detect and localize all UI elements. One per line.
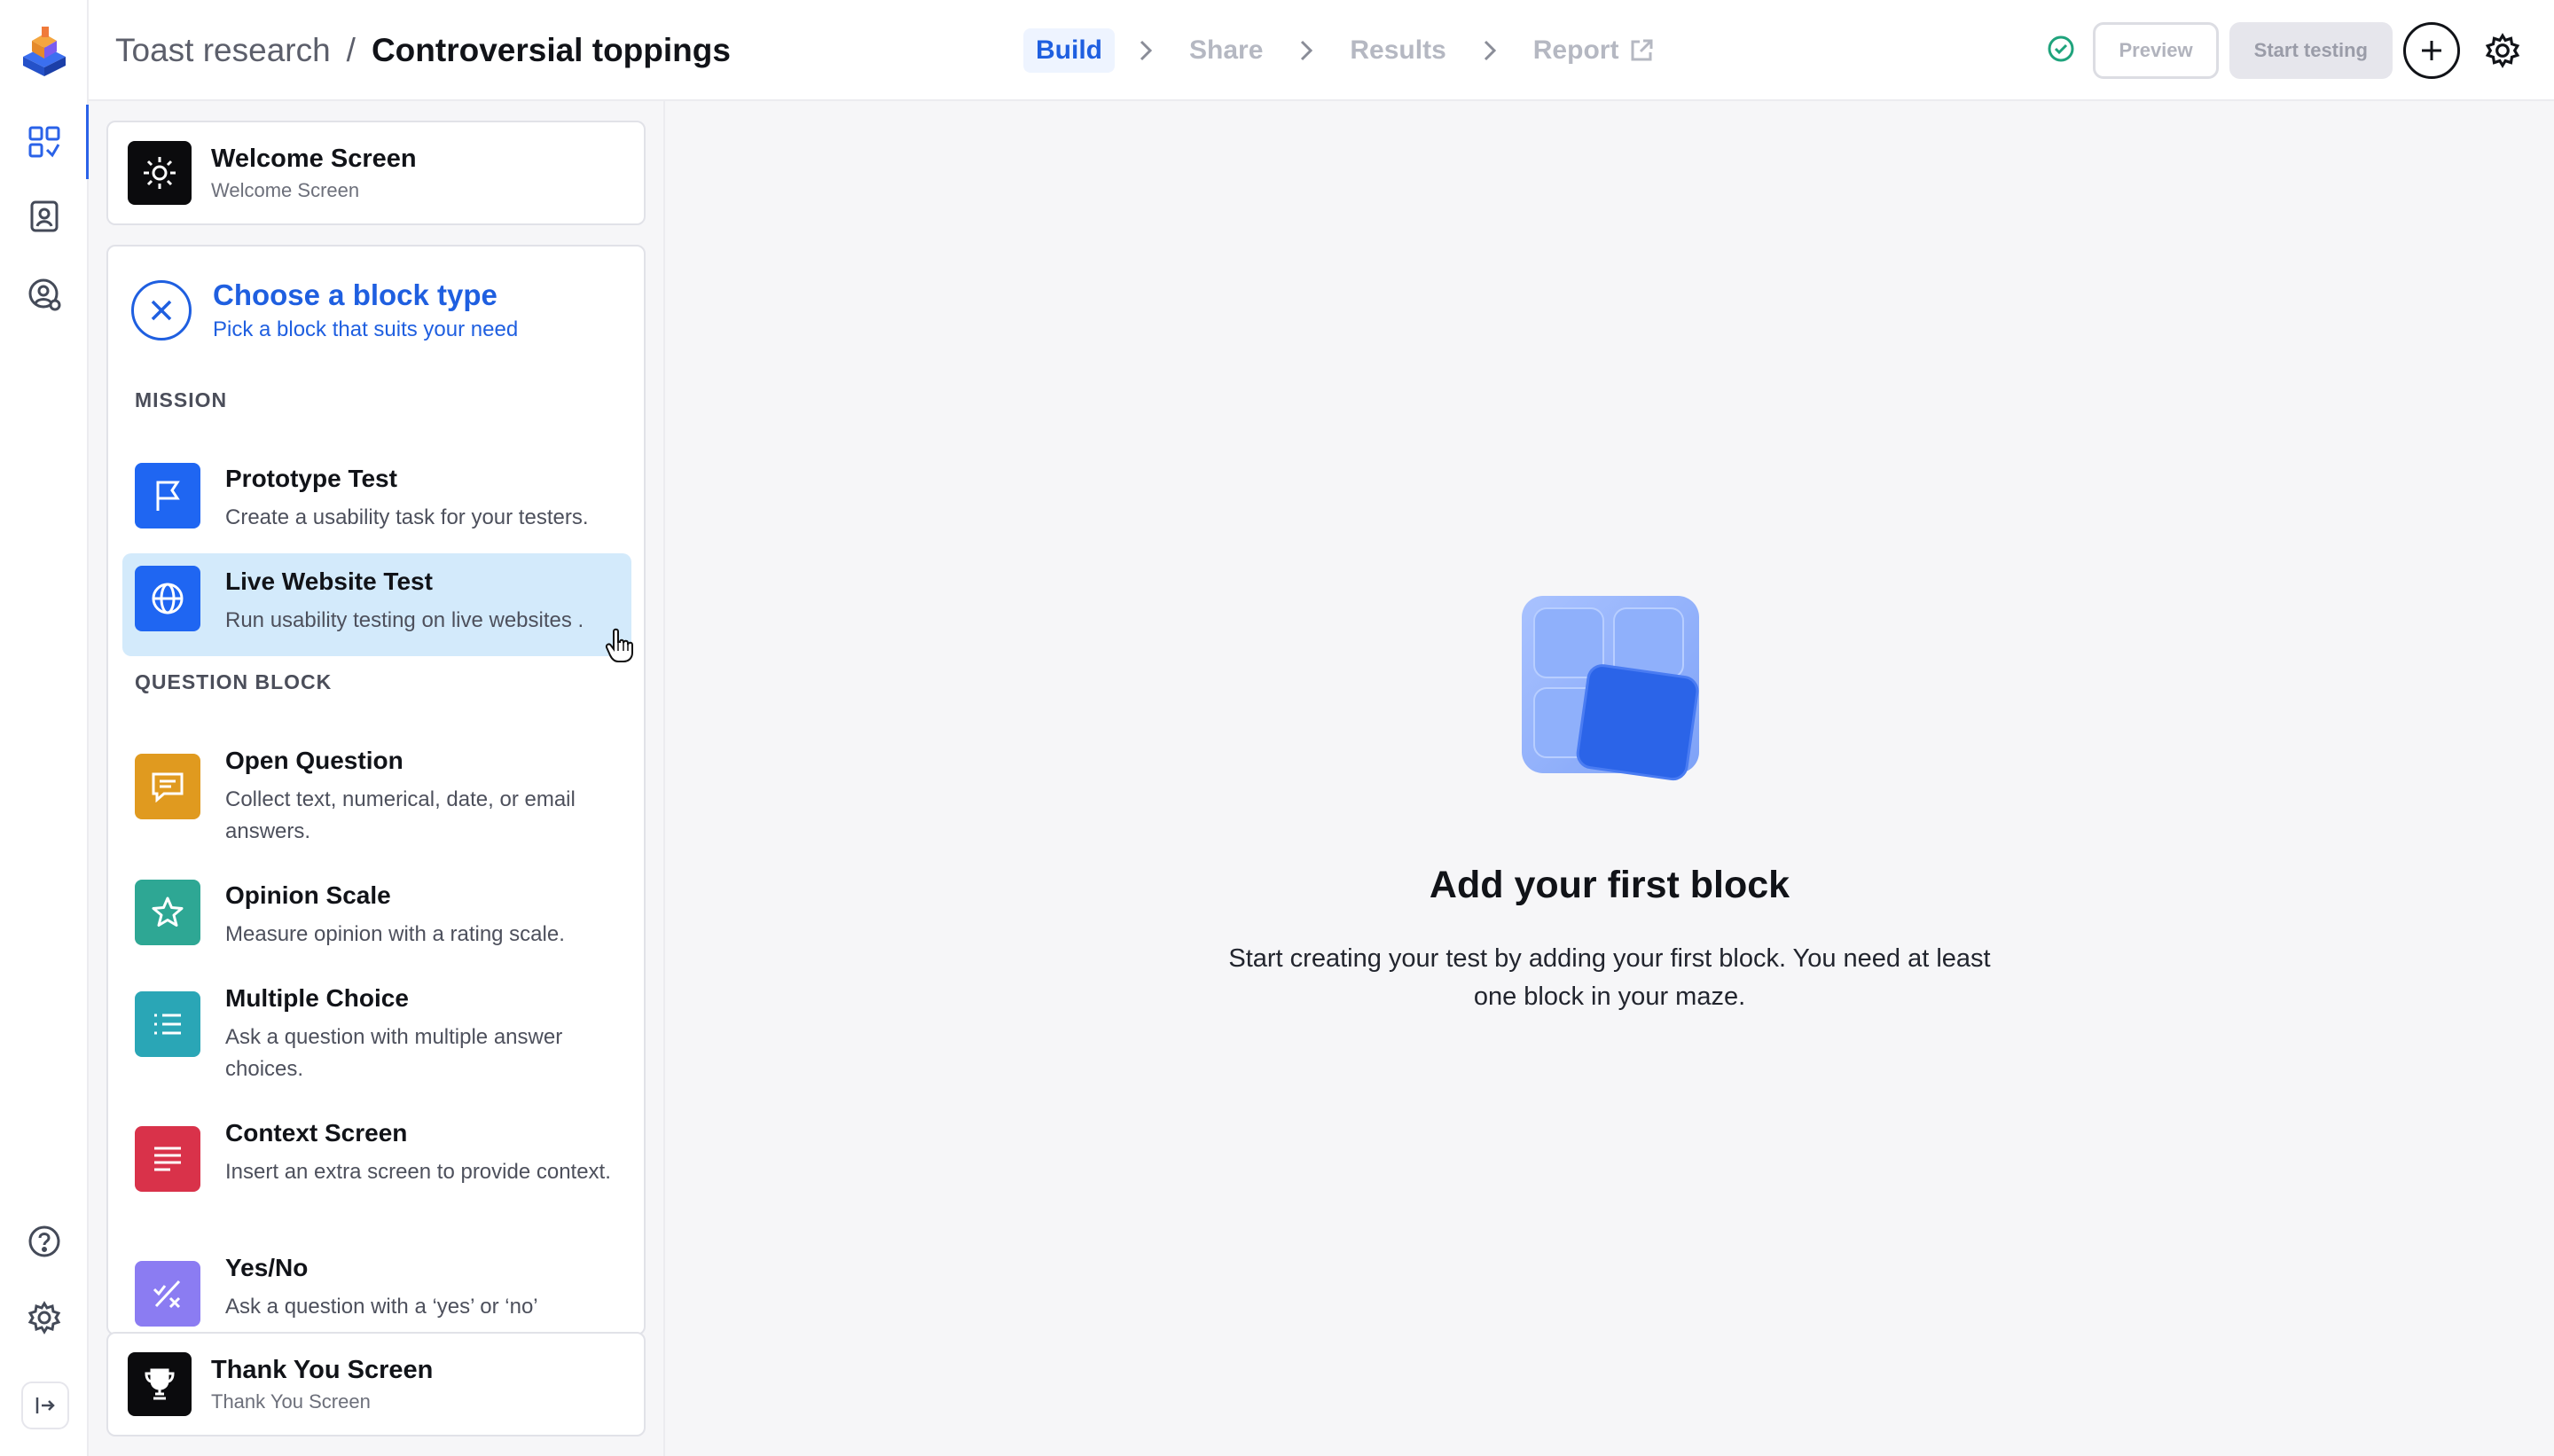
thank-you-screen-title: Thank You Screen bbox=[211, 1355, 434, 1384]
hand-cursor-icon bbox=[605, 628, 635, 663]
text-lines-icon bbox=[135, 1126, 200, 1192]
canvas-area: Add your first block Start creating your… bbox=[665, 101, 2554, 1456]
step-share[interactable]: Share bbox=[1177, 28, 1275, 73]
breadcrumb-separator: / bbox=[346, 32, 356, 68]
block-title: Opinion Scale bbox=[225, 881, 391, 909]
block-description: Run usability testing on live websites . bbox=[225, 608, 584, 632]
dashboard-grid-icon[interactable] bbox=[23, 121, 66, 163]
step-build[interactable]: Build bbox=[1023, 28, 1115, 73]
chevron-right-icon bbox=[1484, 40, 1496, 61]
help-icon[interactable] bbox=[23, 1220, 66, 1263]
user-billing-icon[interactable] bbox=[23, 273, 66, 316]
workflow-steps: Build Share Results Report bbox=[1023, 27, 1666, 74]
block-option-live-website-test[interactable]: Live Website Test Run usability testing … bbox=[122, 553, 631, 656]
start-testing-button[interactable]: Start testing bbox=[2229, 22, 2393, 79]
block-description: Collect text, numerical, date, or email … bbox=[225, 787, 576, 843]
saved-check-icon bbox=[2047, 35, 2075, 67]
block-title: Open Question bbox=[225, 747, 403, 774]
step-results[interactable]: Results bbox=[1337, 28, 1458, 73]
block-option-prototype-test[interactable]: Prototype Test Create a usability task f… bbox=[122, 450, 631, 552]
block-title: Multiple Choice bbox=[225, 984, 409, 1012]
thank-you-screen-card[interactable]: Thank You Screen Thank You Screen bbox=[106, 1332, 646, 1436]
gear-icon bbox=[2485, 33, 2520, 68]
top-bar: Toast research / Controversial toppings … bbox=[89, 0, 2554, 101]
block-title: Context Screen bbox=[225, 1119, 408, 1147]
block-option-open-question[interactable]: Open Question Collect text, numerical, d… bbox=[122, 732, 631, 865]
empty-state-title: Add your first block bbox=[1429, 864, 1790, 906]
blocks-panel: Welcome Screen Welcome Screen Choose a b… bbox=[89, 101, 665, 1456]
welcome-screen-title: Welcome Screen bbox=[211, 144, 417, 173]
list-icon bbox=[135, 991, 200, 1057]
collapse-sidebar-button[interactable] bbox=[21, 1382, 69, 1429]
top-actions: Preview Start testing bbox=[2047, 21, 2527, 80]
welcome-screen-subtitle: Welcome Screen bbox=[211, 178, 360, 201]
block-description: Ask a question with multiple answer choi… bbox=[225, 1025, 563, 1081]
block-type-chooser: Choose a block type Pick a block that su… bbox=[106, 245, 646, 1335]
settings-gear-icon[interactable] bbox=[23, 1296, 66, 1339]
add-button[interactable] bbox=[2403, 22, 2460, 79]
external-link-icon bbox=[1631, 39, 1653, 61]
block-title: Live Website Test bbox=[225, 568, 433, 595]
empty-state-description: Start creating your test by adding your … bbox=[1228, 944, 1991, 1011]
contacts-book-icon[interactable] bbox=[23, 195, 66, 238]
star-icon bbox=[135, 880, 200, 945]
yes-no-icon bbox=[135, 1261, 200, 1327]
block-title: Yes/No bbox=[225, 1254, 309, 1281]
preview-button[interactable]: Preview bbox=[2093, 22, 2219, 79]
message-icon bbox=[135, 754, 200, 819]
block-option-yes-no[interactable]: Yes/No Ask a question with a ‘yes’ or ‘n… bbox=[122, 1240, 631, 1334]
block-title: Prototype Test bbox=[225, 465, 397, 492]
block-description: Create a usability task for your testers… bbox=[225, 505, 589, 529]
app-logo[interactable] bbox=[16, 25, 73, 82]
thank-you-screen-subtitle: Thank You Screen bbox=[211, 1389, 371, 1413]
block-option-multiple-choice[interactable]: Multiple Choice Ask a question with mult… bbox=[122, 970, 631, 1103]
plus-icon bbox=[2422, 41, 2441, 60]
section-label-mission: MISSION bbox=[135, 388, 228, 411]
page-title[interactable]: Controversial toppings bbox=[372, 32, 731, 69]
left-rail bbox=[0, 0, 89, 1456]
sun-icon bbox=[128, 141, 192, 205]
step-report[interactable]: Report bbox=[1521, 28, 1667, 73]
breadcrumb: Toast research / Controversial toppings bbox=[115, 27, 731, 74]
breadcrumb-project[interactable]: Toast research bbox=[115, 32, 331, 69]
project-settings-button[interactable] bbox=[2478, 26, 2527, 75]
chevron-right-icon bbox=[1140, 40, 1152, 61]
trophy-icon bbox=[128, 1352, 192, 1416]
block-option-context-screen[interactable]: Context Screen Insert an extra screen to… bbox=[122, 1105, 631, 1238]
welcome-screen-card[interactable]: Welcome Screen Welcome Screen bbox=[106, 121, 646, 225]
chooser-title: Choose a block type bbox=[213, 278, 497, 311]
globe-icon bbox=[135, 566, 200, 631]
block-description: Insert an extra screen to provide contex… bbox=[225, 1160, 611, 1184]
section-label-question-block: QUESTION BLOCK bbox=[135, 670, 333, 693]
chevron-right-icon bbox=[1300, 40, 1313, 61]
step-report-label: Report bbox=[1532, 35, 1619, 65]
blocks-illustration-icon bbox=[1515, 589, 1781, 797]
close-icon bbox=[151, 300, 172, 321]
block-description: Ask a question with a ‘yes’ or ‘no’ bbox=[225, 1295, 538, 1319]
block-description: Measure opinion with a rating scale. bbox=[225, 922, 565, 946]
close-chooser-button[interactable] bbox=[131, 280, 192, 341]
flag-icon bbox=[135, 463, 200, 528]
collapse-arrow-icon bbox=[35, 1397, 55, 1413]
chooser-subtitle: Pick a block that suits your need bbox=[213, 317, 519, 341]
block-option-opinion-scale[interactable]: Opinion Scale Measure opinion with a rat… bbox=[122, 867, 631, 968]
